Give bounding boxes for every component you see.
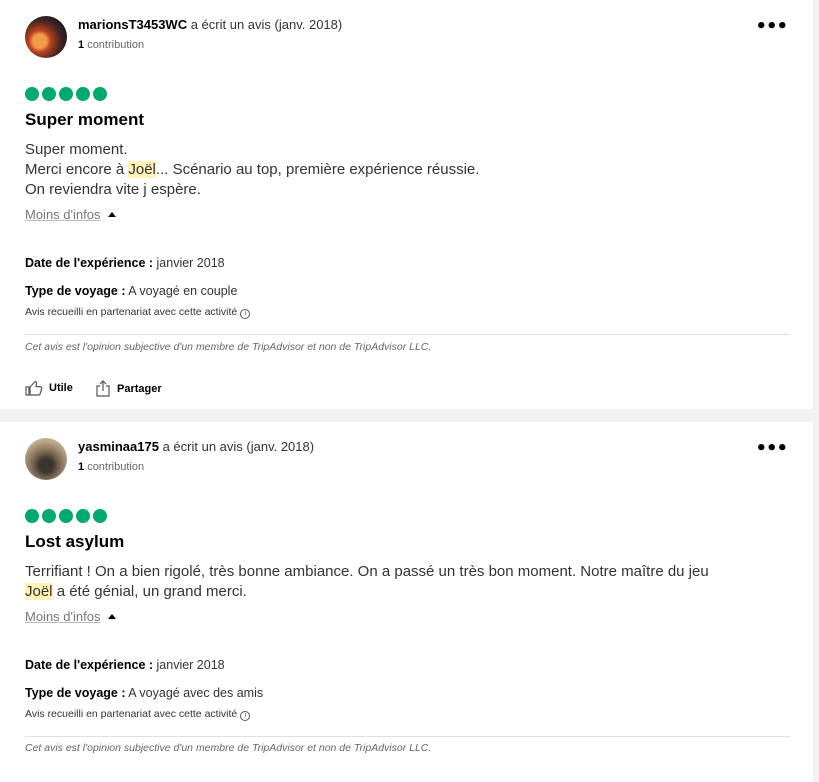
review-body: Terrifiant ! On a bien rigolé, très bonn… bbox=[25, 562, 785, 602]
less-info-toggle[interactable]: Moins d'infos bbox=[25, 609, 117, 624]
rating-bubbles bbox=[25, 87, 107, 101]
wrote-review-text: a écrit un avis (janv. 2018) bbox=[162, 439, 315, 454]
less-info-toggle[interactable]: Moins d'infos bbox=[25, 207, 117, 222]
review-card: yasminaa175 a écrit un avis (janv. 2018)… bbox=[0, 422, 813, 782]
contribution-number: 1 bbox=[78, 39, 85, 51]
rating-bubble bbox=[25, 87, 39, 101]
review-line: Super moment. bbox=[25, 141, 128, 158]
divider bbox=[25, 736, 790, 737]
review-line: Joël a été génial, un grand merci. bbox=[25, 582, 785, 602]
experience-date: Date de l'expérience : janvier 2018 bbox=[25, 658, 225, 672]
avatar[interactable] bbox=[25, 16, 67, 58]
partner-notice: Avis recueilli en partenariat avec cette… bbox=[25, 708, 251, 721]
review-body: Super moment. Merci encore à Joël... Scé… bbox=[25, 140, 785, 200]
partner-text: Avis recueilli en partenariat avec cette… bbox=[25, 708, 238, 720]
review-line: On reviendra vite j espère. bbox=[25, 181, 201, 198]
more-options-icon[interactable]: ••• bbox=[755, 438, 788, 459]
review-line: Merci encore à Joël... Scénario au top, … bbox=[25, 160, 785, 180]
rating-bubble bbox=[76, 87, 90, 101]
rating-bubble bbox=[76, 509, 90, 523]
highlighted-term: Joël bbox=[25, 583, 53, 600]
share-label: Partager bbox=[117, 382, 162, 395]
helpful-label: Utile bbox=[49, 382, 73, 394]
rating-bubble bbox=[59, 87, 73, 101]
highlighted-term: Joël bbox=[128, 161, 156, 178]
trip-type: Type de voyage : A voyagé en couple bbox=[25, 284, 237, 298]
info-icon[interactable]: i bbox=[240, 711, 251, 721]
info-icon[interactable]: i bbox=[240, 309, 251, 319]
share-button[interactable]: Partager bbox=[95, 380, 162, 397]
avatar[interactable] bbox=[25, 438, 67, 480]
rating-bubble bbox=[93, 87, 107, 101]
disclaimer: Cet avis est l'opinion subjective d'un m… bbox=[25, 742, 432, 754]
contribution-label: contribution bbox=[87, 461, 145, 473]
rating-bubble bbox=[25, 509, 39, 523]
contribution-label: contribution bbox=[87, 39, 145, 51]
share-icon bbox=[96, 380, 110, 397]
less-info-label: Moins d'infos bbox=[25, 207, 101, 222]
experience-date-label: Date de l'expérience : bbox=[25, 658, 154, 672]
review-title[interactable]: Lost asylum bbox=[25, 532, 124, 552]
rating-bubble bbox=[93, 509, 107, 523]
partner-notice: Avis recueilli en partenariat avec cette… bbox=[25, 306, 251, 319]
rating-bubble bbox=[59, 509, 73, 523]
more-options-icon[interactable]: ••• bbox=[755, 16, 788, 37]
trip-type-label: Type de voyage : bbox=[25, 284, 126, 298]
divider bbox=[25, 334, 790, 335]
trip-type-value: A voyagé en couple bbox=[128, 284, 238, 298]
review-card: marionsT3453WC a écrit un avis (janv. 20… bbox=[0, 0, 813, 409]
wrote-review-text: a écrit un avis (janv. 2018) bbox=[190, 17, 343, 32]
experience-date-value: janvier 2018 bbox=[156, 256, 225, 270]
caret-up-icon bbox=[108, 212, 117, 217]
username[interactable]: yasminaa175 bbox=[78, 439, 159, 454]
review-text: ... Scénario au top, première expérience… bbox=[155, 161, 480, 178]
contribution-number: 1 bbox=[78, 461, 85, 473]
experience-date: Date de l'expérience : janvier 2018 bbox=[25, 256, 225, 270]
helpful-button[interactable]: Utile bbox=[25, 380, 73, 396]
experience-date-label: Date de l'expérience : bbox=[25, 256, 154, 270]
author-line: yasminaa175 a écrit un avis (janv. 2018) bbox=[78, 439, 314, 454]
trip-type-value: A voyagé avec des amis bbox=[128, 686, 264, 700]
less-info-label: Moins d'infos bbox=[25, 609, 101, 624]
username[interactable]: marionsT3453WC bbox=[78, 17, 187, 32]
review-text: a été génial, un grand merci. bbox=[52, 583, 247, 600]
disclaimer: Cet avis est l'opinion subjective d'un m… bbox=[25, 341, 432, 353]
rating-bubble bbox=[42, 87, 56, 101]
trip-type-label: Type de voyage : bbox=[25, 686, 126, 700]
review-text: Merci encore à bbox=[25, 161, 129, 178]
thumbs-up-icon bbox=[25, 380, 43, 396]
experience-date-value: janvier 2018 bbox=[156, 658, 225, 672]
caret-up-icon bbox=[108, 614, 117, 619]
review-title[interactable]: Super moment bbox=[25, 110, 144, 130]
partner-text: Avis recueilli en partenariat avec cette… bbox=[25, 306, 238, 318]
review-line: Terrifiant ! On a bien rigolé, très bonn… bbox=[25, 563, 709, 580]
contribution-count: 1 contribution bbox=[78, 461, 144, 473]
contribution-count: 1 contribution bbox=[78, 39, 144, 51]
rating-bubble bbox=[42, 509, 56, 523]
trip-type: Type de voyage : A voyagé avec des amis bbox=[25, 686, 263, 700]
rating-bubbles bbox=[25, 509, 107, 523]
author-line: marionsT3453WC a écrit un avis (janv. 20… bbox=[78, 17, 342, 32]
